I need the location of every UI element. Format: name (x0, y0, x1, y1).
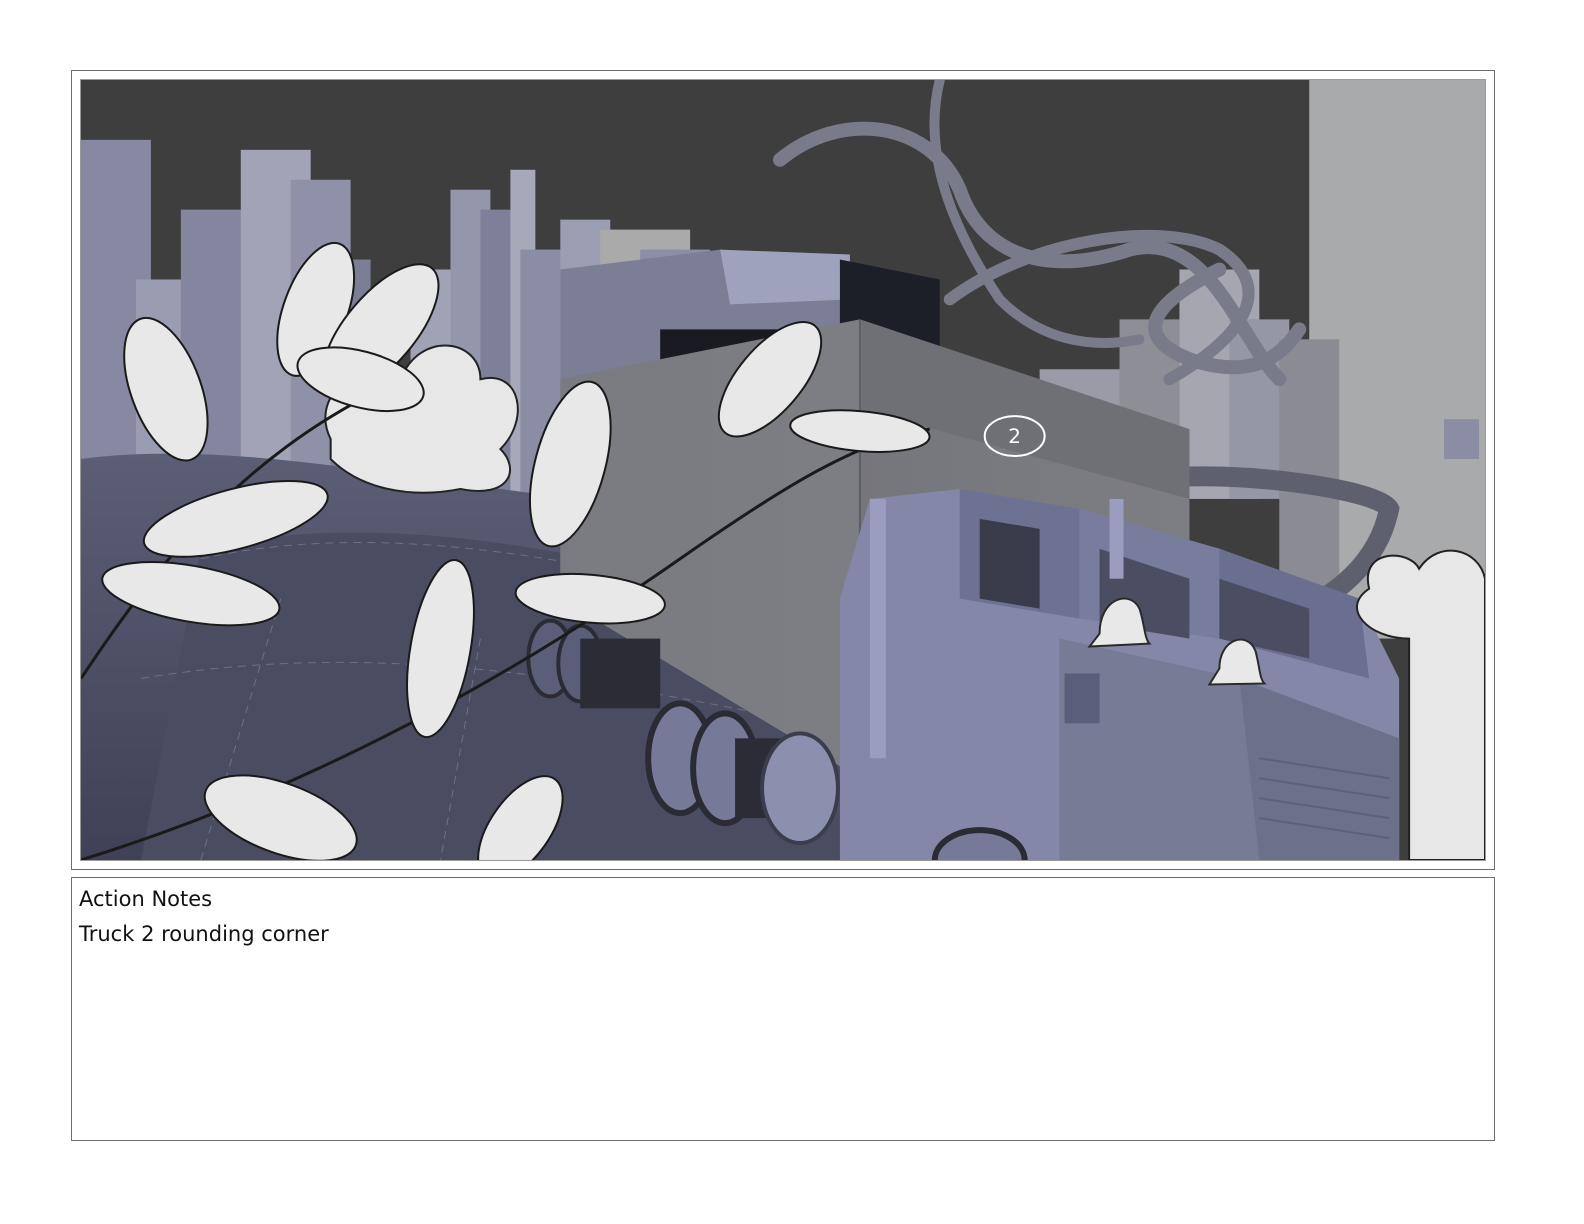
truck-number-label: 2 (1008, 424, 1021, 448)
storyboard-panel-frame: 2 (71, 70, 1495, 870)
storyboard-panel-image: 2 (80, 79, 1486, 861)
action-notes-text: Truck 2 rounding corner (79, 922, 329, 946)
storyboard-page: 2 Action Notes Truck 2 rounding corner (0, 0, 1584, 1224)
action-notes-box: Action Notes Truck 2 rounding corner (71, 877, 1495, 1141)
action-notes-heading: Action Notes (79, 887, 213, 911)
